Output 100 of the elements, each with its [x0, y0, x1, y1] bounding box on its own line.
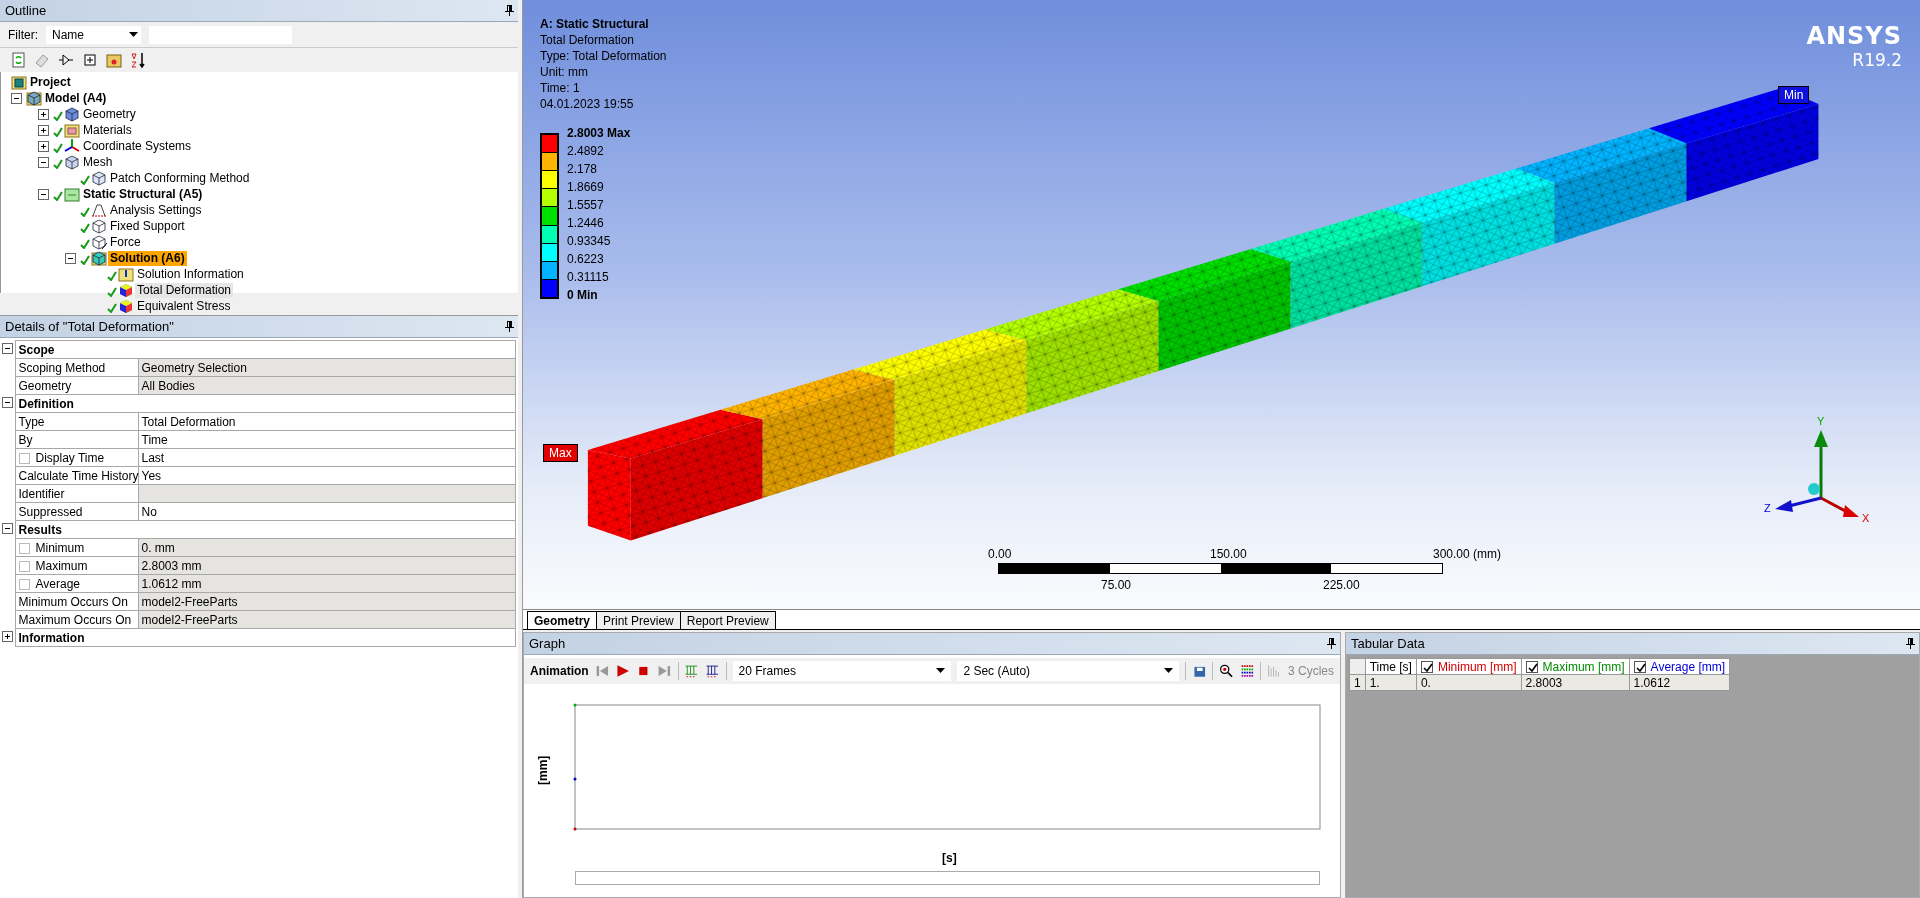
property-name: Maximum Occurs On: [18, 612, 132, 627]
group-header[interactable]: Scope: [15, 340, 516, 359]
property-name: Minimum: [35, 540, 85, 555]
legend-value: 0.93345: [567, 233, 612, 250]
tree-item[interactable]: Patch Conforming Method: [108, 170, 252, 186]
collapse-icon[interactable]: [38, 188, 49, 200]
tree-item[interactable]: Fixed Support: [108, 218, 187, 234]
tree-item[interactable]: Project: [28, 74, 73, 90]
property-value[interactable]: Time: [138, 430, 516, 449]
legend-value: 1.2446: [567, 215, 605, 232]
group-header[interactable]: Information: [15, 628, 516, 647]
collapse-icon[interactable]: [2, 396, 13, 408]
check-icon: [53, 191, 63, 201]
legend-value: 0.31115: [567, 269, 610, 286]
cube-icon: [64, 106, 80, 122]
color-grid-icon[interactable]: [1239, 662, 1255, 680]
folder-cube-icon: [26, 90, 42, 106]
sort-icon[interactable]: [130, 52, 146, 68]
folder-icon: [64, 186, 80, 202]
property-value[interactable]: Last: [138, 448, 516, 467]
play-icon[interactable]: [615, 662, 631, 680]
view-tab[interactable]: Report Preview: [679, 611, 776, 629]
tree-item[interactable]: Analysis Settings: [108, 202, 204, 218]
frames-dropdown[interactable]: 20 Frames: [732, 661, 952, 681]
tree-icon[interactable]: [58, 52, 74, 68]
expand-icon[interactable]: [38, 124, 49, 136]
folder-cube-icon: [91, 250, 107, 266]
tree-item[interactable]: Mesh: [81, 154, 115, 170]
duration-dropdown[interactable]: 2 Sec (Auto): [957, 661, 1179, 681]
tree-item[interactable]: Static Structural (A5): [81, 186, 205, 202]
caret-icon: [936, 668, 946, 674]
view-tab[interactable]: Geometry: [527, 611, 598, 629]
group-header[interactable]: Definition: [15, 394, 516, 413]
brand-name: ANSYS: [1806, 22, 1902, 50]
expand-icon[interactable]: [2, 630, 13, 642]
checkbox[interactable]: [18, 578, 30, 590]
scale-label: 225.00: [1323, 578, 1360, 592]
result-info-line: Time: 1: [540, 80, 581, 96]
color-cube-icon: [118, 282, 134, 298]
property-value[interactable]: Total Deformation: [138, 412, 516, 431]
collapse-icon[interactable]: [65, 252, 76, 264]
frames-icon[interactable]: [705, 662, 720, 680]
scroll-bar[interactable]: [575, 871, 1320, 885]
pin-icon[interactable]: [505, 321, 514, 332]
checkbox[interactable]: [18, 542, 30, 554]
tree-item[interactable]: Solution (A6): [108, 250, 187, 266]
caret-icon: [1163, 668, 1173, 674]
pin-icon[interactable]: [505, 5, 514, 16]
tree-item[interactable]: Coordinate Systems: [81, 138, 194, 154]
legend-value: 2.4892: [567, 143, 605, 160]
collapse-icon[interactable]: [11, 92, 22, 104]
checkbox[interactable]: [1525, 660, 1538, 673]
caret-icon: [129, 31, 138, 38]
axis-title: [mm]: [536, 755, 550, 785]
tree-item[interactable]: Force: [108, 234, 143, 250]
expand-all-icon[interactable]: [82, 52, 98, 68]
property-name: Minimum Occurs On: [18, 594, 128, 609]
column-header: Time [s]: [1369, 659, 1412, 674]
pin-icon[interactable]: [1906, 638, 1915, 649]
mesh-cube-icon: [64, 154, 80, 170]
folder-tag-icon: [64, 122, 80, 138]
legend-value: 1.5557: [567, 197, 605, 214]
refresh-icon[interactable]: [10, 52, 26, 68]
folder-icon: [118, 266, 134, 282]
checkbox[interactable]: [18, 560, 30, 572]
axis-label: Y: [1817, 415, 1825, 427]
axes-icon: [64, 138, 80, 154]
collapse-icon[interactable]: [2, 342, 13, 354]
axis-title: [s]: [942, 851, 957, 865]
property-name: Identifier: [18, 486, 65, 501]
filter-dropdown[interactable]: Name: [46, 25, 141, 44]
tree-item[interactable]: Total Deformation: [135, 282, 234, 298]
pin-icon[interactable]: [1327, 638, 1336, 649]
cube-icon: [91, 234, 107, 250]
tree-item[interactable]: Geometry: [81, 106, 138, 122]
property-name: Average: [35, 576, 80, 591]
legend-value: 0.6223: [567, 251, 605, 268]
scale-label: 300.00 (mm): [1433, 547, 1502, 561]
legend-value: 1.8669: [567, 179, 605, 196]
expand-icon[interactable]: [38, 108, 49, 120]
folder-icon[interactable]: [106, 52, 122, 68]
collapse-icon[interactable]: [2, 522, 13, 534]
tree-item[interactable]: Materials: [81, 122, 134, 138]
collapse-icon[interactable]: [38, 156, 49, 168]
checkbox[interactable]: [18, 452, 30, 464]
tree-item[interactable]: Equivalent Stress: [135, 298, 233, 314]
expand-icon[interactable]: [38, 140, 49, 152]
legend-value: 2.178: [567, 161, 599, 178]
tree-item[interactable]: Model (A4): [43, 90, 109, 106]
property-value[interactable]: No: [138, 502, 516, 521]
checkbox[interactable]: [1420, 660, 1433, 673]
legend-value: 0 Min: [567, 287, 599, 304]
property-value[interactable]: Yes: [138, 466, 516, 485]
zoom-icon[interactable]: [1219, 662, 1234, 680]
panel-title: Graph: [529, 636, 566, 651]
view-tab[interactable]: Print Preview: [596, 611, 681, 629]
column-header: Maximum [mm]: [1542, 659, 1625, 674]
group-header[interactable]: Results: [15, 520, 516, 539]
checkbox[interactable]: [1633, 660, 1646, 673]
tree-item[interactable]: Solution Information: [135, 266, 246, 282]
